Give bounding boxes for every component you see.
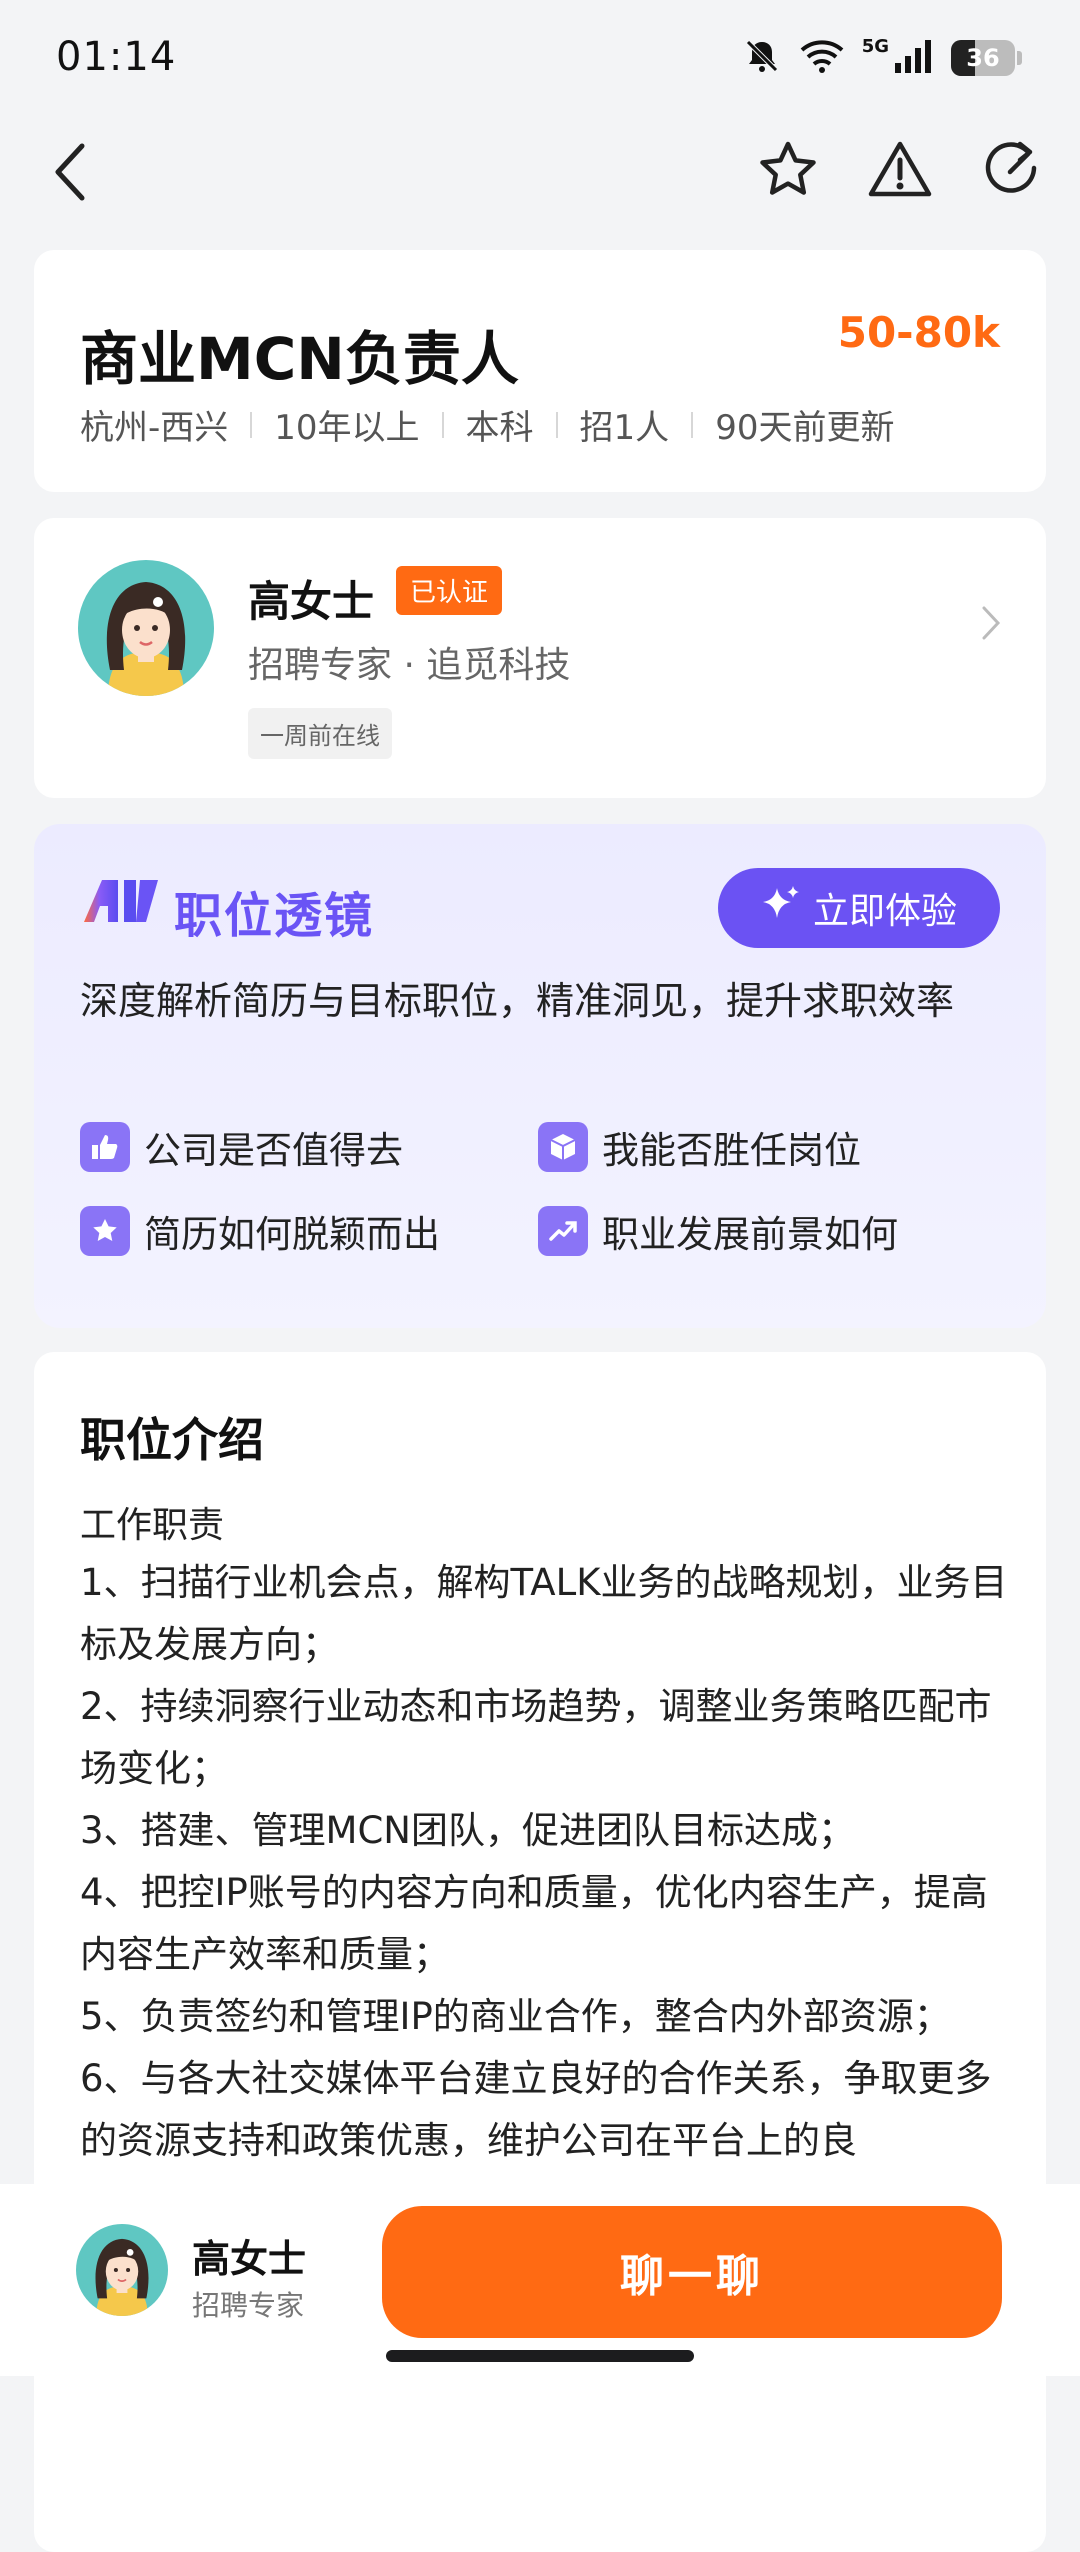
job-experience: 10年以上 <box>274 408 420 448</box>
responsibility-item: 4、把控IP账号的内容方向和质量，优化内容生产，提高内容生产效率和质量； <box>80 1871 988 1976</box>
recruiter-avatar <box>78 560 214 696</box>
responsibilities-list: 1、扫描行业机会点，解构TALK业务的战略规划，业务目标及发展方向； 2、持续洞… <box>80 1552 1010 2172</box>
recruiter-card[interactable]: 高女士 已认证 招聘专家 · 追觅科技 一周前在线 <box>34 518 1046 798</box>
report-warning-icon[interactable] <box>866 128 934 212</box>
feature-company-worth[interactable]: 公司是否值得去 <box>80 1120 403 1174</box>
job-updated: 90天前更新 <box>715 408 895 448</box>
recruiter-role: 招聘专家 · 追觅科技 <box>248 645 571 686</box>
feature-label: 公司是否值得去 <box>144 1129 403 1172</box>
bottom-recruiter-role: 招聘专家 <box>192 2289 305 2322</box>
feature-label: 我能否胜任岗位 <box>602 1129 861 1172</box>
responsibilities-heading: 工作职责 <box>80 1505 225 1546</box>
responsibility-item: 1、扫描行业机会点，解构TALK业务的战略规划，业务目标及发展方向； <box>80 1561 1008 1666</box>
battery-icon: 36 <box>951 40 1015 76</box>
job-headcount: 招1人 <box>579 408 670 448</box>
salary: 50-80k <box>837 308 1000 357</box>
recruiter-avatar-small <box>76 2224 168 2316</box>
star-badge-icon <box>80 1206 130 1256</box>
battery-level: 36 <box>966 44 1000 72</box>
section-title: 职位介绍 <box>80 1413 264 1467</box>
ai-lens-description: 深度解析简历与目标职位，精准洞见，提升求职效率 <box>80 979 955 1023</box>
feature-label: 职业发展前景如何 <box>602 1213 898 1256</box>
home-indicator[interactable] <box>386 2350 694 2362</box>
thumbs-up-icon <box>80 1122 130 1172</box>
try-now-label: 立即体验 <box>812 891 957 932</box>
status-bar: 01:14 5G 36 <box>0 0 1080 120</box>
feature-career-prospect[interactable]: 职业发展前景如何 <box>538 1204 898 1258</box>
verified-badge: 已认证 <box>396 566 503 615</box>
job-education: 本科 <box>465 408 534 448</box>
responsibility-item: 6、与各大社交媒体平台建立良好的合作关系，争取更多的资源支持和政策优惠，维护公司… <box>80 2057 992 2162</box>
trend-up-icon <box>538 1206 588 1256</box>
job-summary-card: 商业MCN负责人 50-80k 杭州-西兴 10年以上 本科 招1人 90天前更… <box>34 250 1046 492</box>
ai-lens-card: 职位透镜 立即体验 深度解析简历与目标职位，精准洞见，提升求职效率 公司是否值得… <box>34 824 1046 1328</box>
feature-competence[interactable]: 我能否胜任岗位 <box>538 1120 861 1174</box>
bottom-recruiter-name: 高女士 <box>192 2237 307 2281</box>
online-status: 一周前在线 <box>248 708 392 759</box>
network-type: 5G <box>861 35 889 57</box>
cube-icon <box>538 1122 588 1172</box>
feature-resume-standout[interactable]: 简历如何脱颖而出 <box>80 1204 440 1258</box>
share-icon[interactable] <box>978 128 1046 212</box>
chevron-right-icon <box>976 598 1006 648</box>
responsibility-item: 3、搭建、管理MCN团队，促进团队目标达成； <box>80 1809 855 1852</box>
ai-logo-icon <box>80 876 160 926</box>
responsibility-item: 5、负责签约和管理IP的商业合作，整合内外部资源； <box>80 1995 951 2038</box>
status-time: 01:14 <box>56 34 177 80</box>
job-title: 商业MCN负责人 <box>80 325 519 393</box>
responsibility-item: 2、持续洞察行业动态和市场趋势，调整业务策略匹配市场变化； <box>80 1685 992 1790</box>
signal-icon <box>893 39 933 77</box>
sparkle-icon <box>761 884 801 933</box>
chat-button[interactable]: 聊一聊 <box>382 2206 1002 2338</box>
ai-lens-title: 职位透镜 <box>174 888 375 944</box>
star-icon[interactable] <box>754 128 822 212</box>
nav-bar <box>0 120 1080 240</box>
recruiter-name: 高女士 <box>248 577 375 626</box>
back-icon[interactable] <box>44 132 104 212</box>
job-location: 杭州-西兴 <box>80 408 229 448</box>
bottom-action-bar: 高女士 招聘专家 聊一聊 <box>0 2184 1080 2376</box>
try-now-button[interactable]: 立即体验 <box>718 868 1000 948</box>
feature-label: 简历如何脱颖而出 <box>144 1213 440 1256</box>
status-icons: 5G 36 <box>742 36 1022 80</box>
wifi-icon <box>800 38 844 78</box>
job-meta: 杭州-西兴 10年以上 本科 招1人 90天前更新 <box>80 400 894 449</box>
mute-bell-icon <box>742 36 782 80</box>
